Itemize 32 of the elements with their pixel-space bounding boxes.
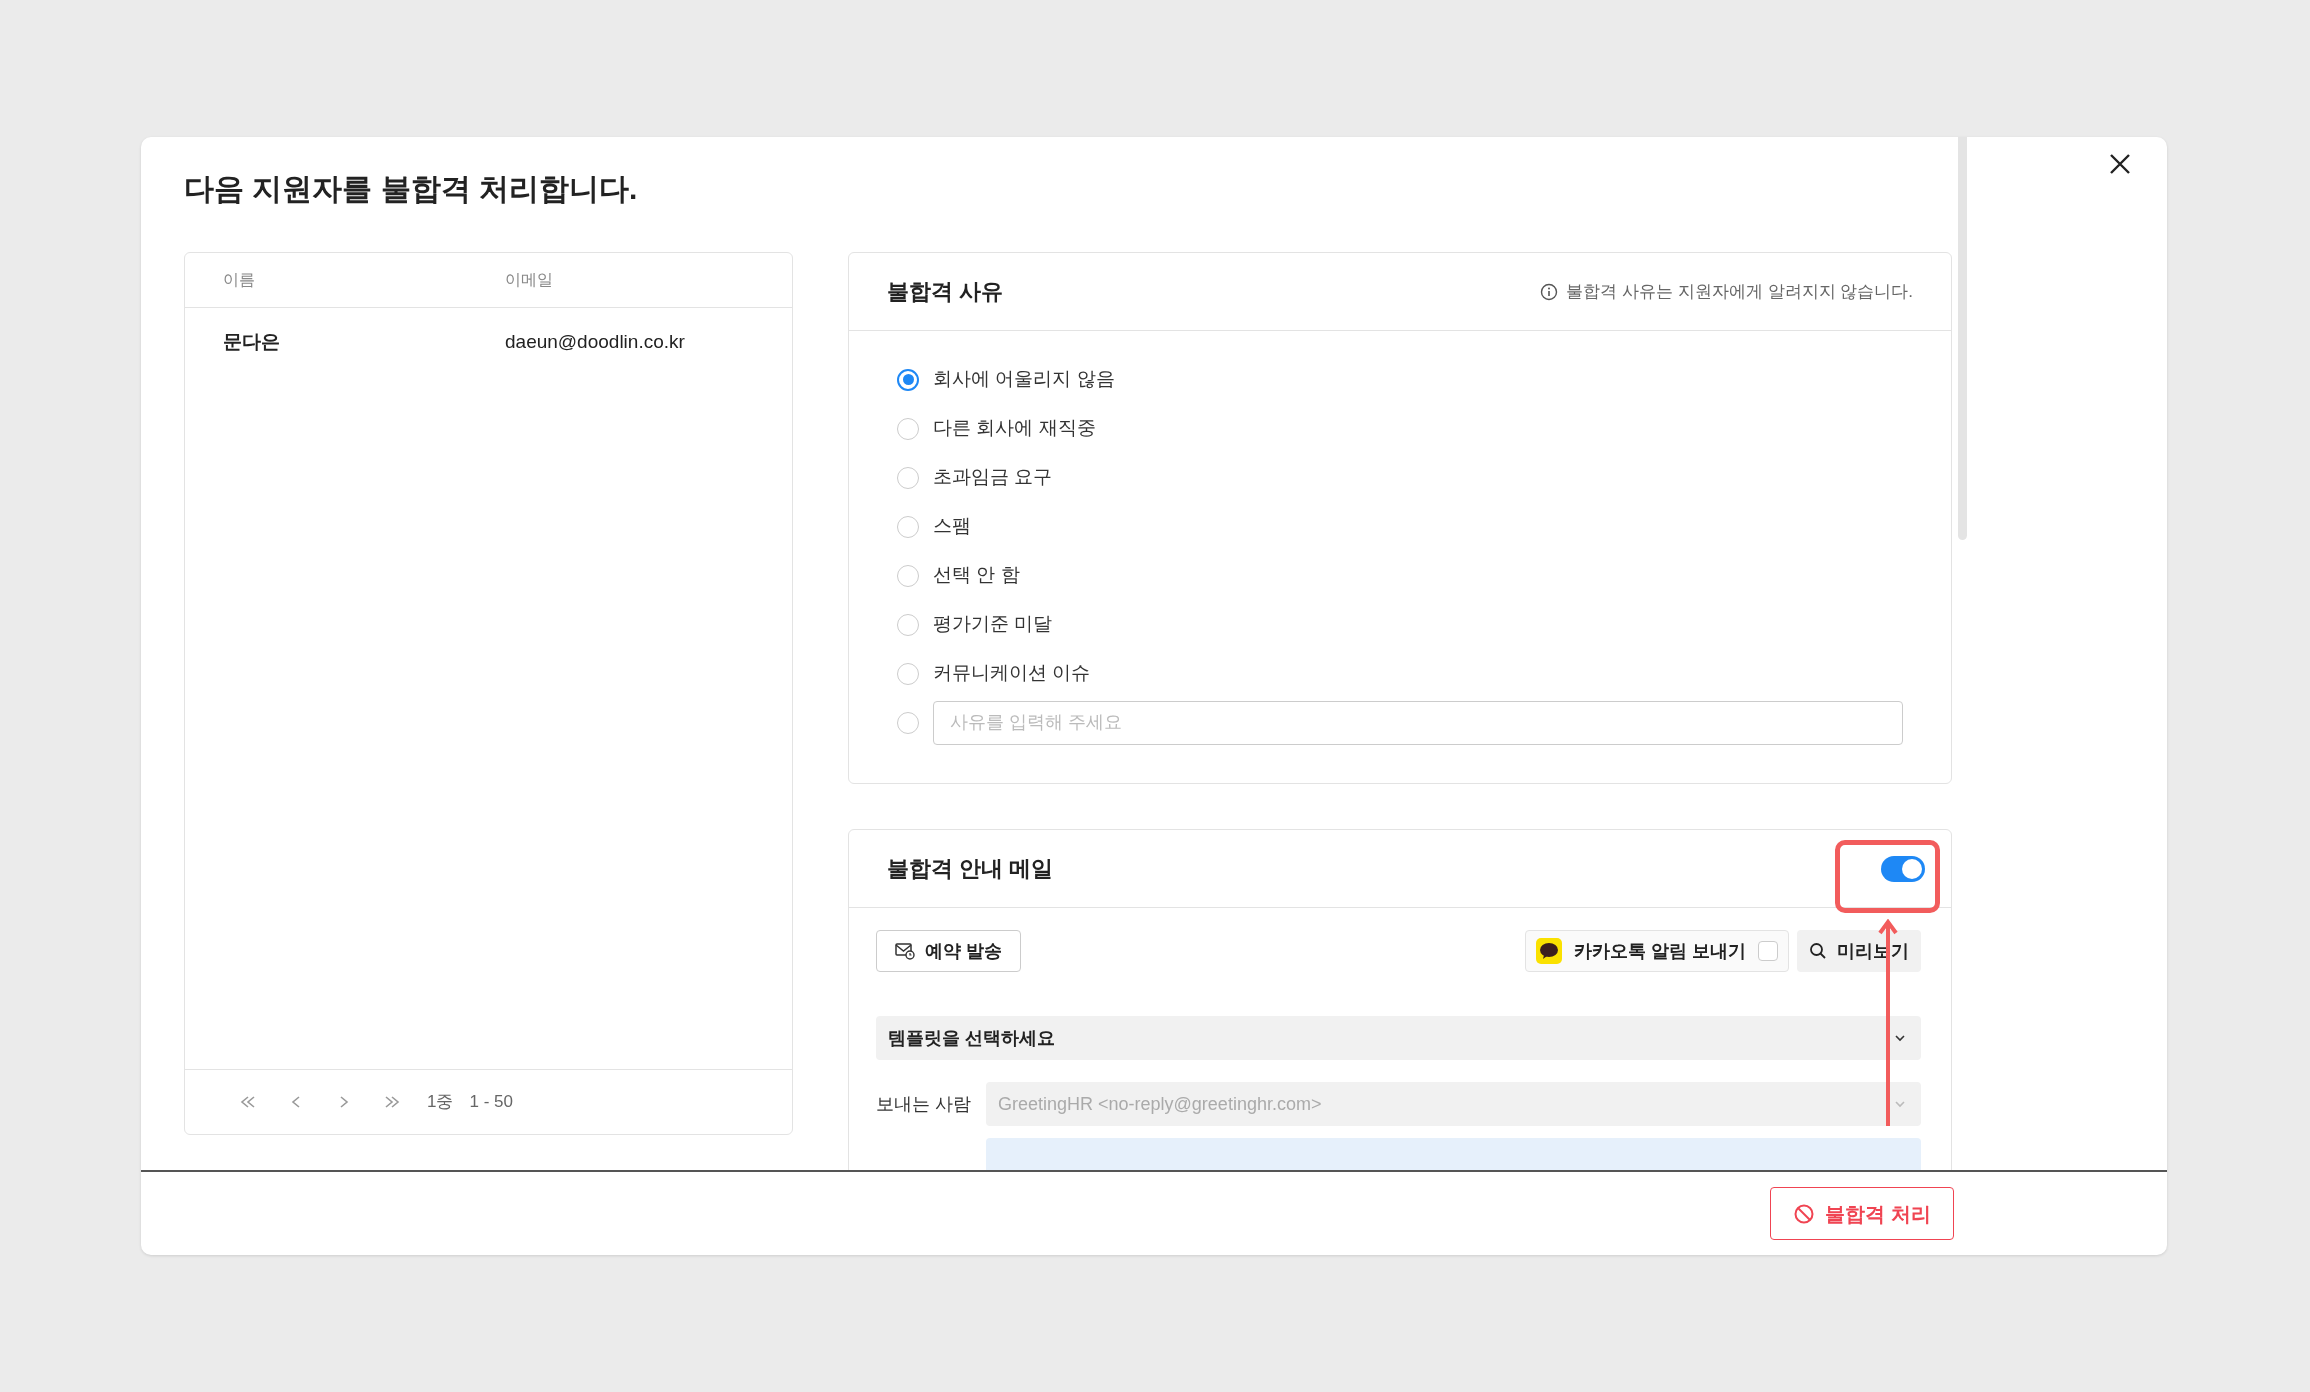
radio-label: 커뮤니케이션 이슈 [933, 661, 1091, 686]
page-range: 1 - 50 [469, 1091, 513, 1114]
toggle-switch[interactable] [1881, 855, 1925, 882]
notice-text: 불합격 사유는 지원자에게 알려지지 않습니다. [1566, 280, 1913, 303]
reason-input-field[interactable]: 사유를 입력해 주세요 [933, 700, 1903, 745]
mail-clock-icon [895, 942, 915, 960]
schedule-button[interactable]: 예약 발송 [876, 930, 1021, 972]
column-header: 이름 [223, 271, 255, 288]
scrollbar[interactable] [1958, 137, 1967, 540]
applicant-name: 문다은 [223, 330, 280, 352]
radio-label: 평가기준 미달 [933, 612, 1053, 637]
chat-bubble-icon [1536, 938, 1562, 964]
column-header: 이메일 [505, 271, 553, 288]
radio-button[interactable] [897, 368, 919, 391]
kakao-option[interactable]: 카카오톡 알림 보내기 [1525, 930, 1789, 972]
sender-label: 보내는 사람 [876, 1092, 972, 1116]
section-title: 불합격 안내 메일 [887, 855, 1054, 883]
template-select[interactable]: 템플릿을 선택하세요 [876, 1016, 1921, 1060]
radio-label: 스팸 [933, 514, 971, 539]
checkbox[interactable] [1758, 941, 1778, 961]
dialog-title: 다음 지원자를 불합격 처리합니다. [184, 171, 638, 207]
applicant-email: daeun@doodlin.co.kr [505, 330, 685, 352]
section-title: 불합격 사유 [887, 278, 1004, 306]
search-icon [1809, 942, 1827, 960]
radio-label: 초과임금 요구 [933, 465, 1053, 490]
radio-label: 회사에 어울리지 않음 [933, 367, 1115, 392]
prohibited-icon [1793, 1202, 1816, 1225]
page-label: 1중 [427, 1091, 454, 1114]
reject-button[interactable]: 불합격 처리 [1770, 1187, 1954, 1240]
radio-label: 선택 안 함 [933, 563, 1020, 588]
radio-label: 다른 회사에 재직중 [933, 416, 1096, 441]
info-icon [1540, 282, 1559, 301]
